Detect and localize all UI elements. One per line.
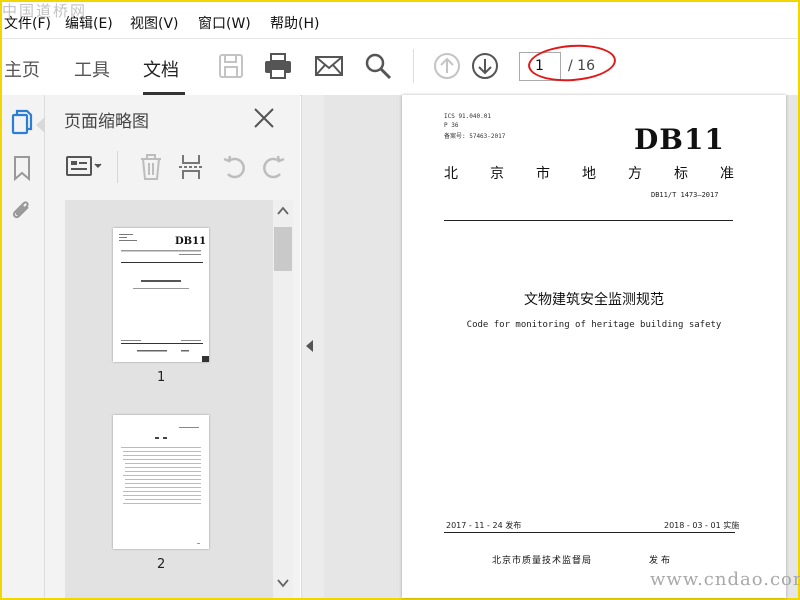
menu-window[interactable]: 窗口(W)	[198, 13, 251, 33]
doc-standard-char: 京	[490, 166, 504, 182]
thumbnail-panel: 页面缩略图 DB11 1 2	[45, 95, 300, 598]
doc-publish: 发布	[649, 556, 674, 566]
search-icon[interactable]	[363, 51, 393, 81]
page-down-icon[interactable]	[470, 51, 500, 81]
left-rail	[2, 95, 45, 598]
panel-toolbar	[45, 143, 300, 193]
bookmarks-icon[interactable]	[9, 155, 35, 181]
panel-splitter[interactable]	[301, 95, 325, 598]
save-icon[interactable]	[216, 51, 246, 81]
scrollbar-thumb[interactable]	[274, 227, 292, 271]
tab-home[interactable]: 主页	[4, 56, 40, 82]
panel-toolbar-separator	[117, 151, 118, 183]
close-icon[interactable]	[251, 105, 277, 131]
delete-page-icon[interactable]	[137, 153, 165, 181]
page-up-icon[interactable]	[432, 51, 462, 81]
tab-tools[interactable]: 工具	[74, 56, 110, 82]
email-icon[interactable]	[314, 51, 344, 81]
doc-implement-date: 2018 - 03 - 01 实施	[664, 521, 740, 530]
rotate-right-icon[interactable]	[259, 153, 287, 181]
doc-standard-char: 地	[582, 166, 596, 182]
rotate-left-icon[interactable]	[221, 153, 249, 181]
doc-issue-date: 2017 - 11 - 24 发布	[446, 521, 522, 530]
document-page: ICS 91.040.01 P 36 备案号: 57463-2017 DB11 …	[402, 95, 786, 598]
thumbnail-options-icon[interactable]	[65, 153, 105, 181]
menu-bar: 文件(F) 编辑(E) 视图(V) 窗口(W) 帮助(H)	[2, 2, 798, 38]
document-viewport[interactable]: ICS 91.040.01 P 36 备案号: 57463-2017 DB11 …	[324, 95, 798, 598]
scroll-down-icon[interactable]	[276, 576, 290, 590]
doc-footer-rule	[444, 532, 735, 533]
doc-title-cn: 文物建筑安全监测规范	[524, 292, 664, 308]
doc-standard-char: 方	[628, 166, 642, 182]
doc-standard-char: 北	[444, 166, 458, 182]
thumbnail-scrollbar[interactable]	[273, 200, 293, 598]
page-thumbnails-icon[interactable]	[9, 109, 35, 135]
tab-document[interactable]: 文档	[143, 56, 179, 82]
doc-header-rule	[444, 220, 733, 221]
doc-issuer: 北京市质量技术监督局	[492, 556, 593, 566]
doc-filing-no: 备案号: 57463-2017	[444, 133, 506, 140]
doc-standard-code: DB11/T 1473—2017	[651, 191, 719, 199]
watermark-bottom: www.cndao.com	[650, 569, 800, 590]
watermark-top: 中国道桥网	[2, 2, 88, 20]
doc-classification: P 36	[444, 122, 459, 129]
thumbnail-label-1: 1	[157, 370, 166, 385]
toolbar-separator	[413, 49, 414, 83]
doc-db-mark: DB11	[634, 123, 725, 156]
thumbnail-page-1[interactable]: DB11	[113, 228, 209, 362]
thumbnail-label-2: 2	[157, 557, 166, 572]
svg-text:DB11: DB11	[175, 236, 206, 247]
menu-help[interactable]: 帮助(H)	[270, 13, 319, 33]
doc-standard-type: 北 京 市 地 方 标 准	[444, 163, 734, 183]
rail-selected-arrow	[36, 117, 45, 133]
doc-standard-char: 标	[674, 166, 688, 182]
extract-pages-icon[interactable]	[177, 153, 205, 181]
scroll-up-icon[interactable]	[276, 204, 290, 218]
doc-ics: ICS 91.040.01	[444, 113, 491, 120]
doc-standard-char: 市	[536, 166, 550, 182]
attachments-icon[interactable]	[9, 197, 35, 223]
doc-standard-char: 准	[720, 166, 734, 182]
menu-view[interactable]: 视图(V)	[130, 13, 179, 33]
panel-title: 页面缩略图	[64, 112, 149, 132]
collapse-panel-icon[interactable]	[306, 340, 313, 352]
thumbnail-page-2[interactable]	[113, 415, 209, 549]
toolbar: 主页 工具 文档 1 / 16	[2, 38, 798, 96]
thumbnail-list: DB11 1 2	[65, 200, 273, 598]
print-icon[interactable]	[263, 51, 293, 81]
doc-title-en: Code for monitoring of heritage building…	[466, 320, 722, 330]
